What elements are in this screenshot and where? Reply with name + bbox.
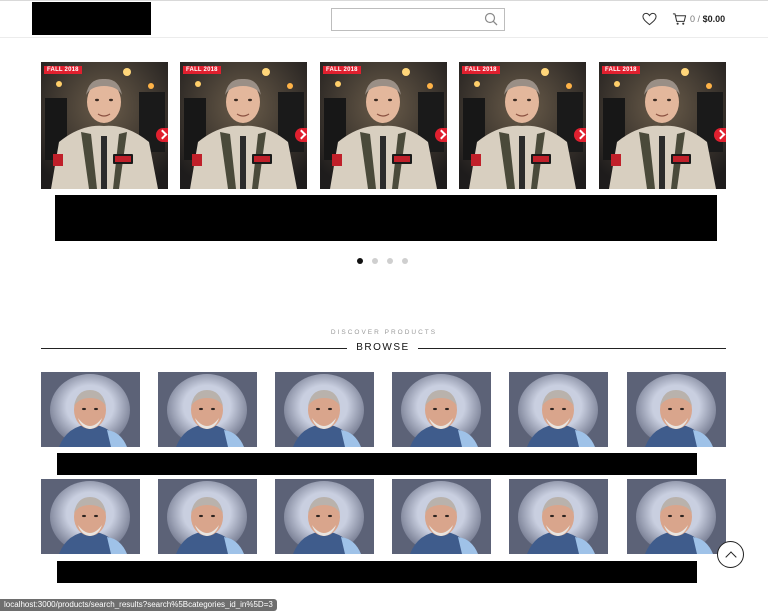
season-badge: FALL 2018 (44, 66, 82, 74)
product-photo (41, 62, 168, 189)
carousel-dot[interactable] (387, 258, 393, 264)
product-card[interactable] (509, 372, 608, 447)
search-icon[interactable] (484, 12, 498, 26)
search-input[interactable] (332, 9, 480, 30)
cart-total: $0.00 (702, 14, 726, 24)
featured-product-card[interactable]: FALL 2018 (599, 62, 726, 189)
product-photo (459, 62, 586, 189)
product-card[interactable] (41, 372, 140, 447)
search-box (331, 8, 505, 31)
product-card[interactable] (275, 372, 374, 447)
logo-redacted[interactable] (32, 2, 151, 35)
featured-carousel: FALL 2018 FALL 2018 FALL 2018 FALL 2018 … (41, 62, 726, 190)
cart-icon[interactable] (672, 12, 687, 26)
product-card[interactable] (392, 372, 491, 447)
season-badge: FALL 2018 (323, 66, 361, 74)
product-photo (41, 479, 140, 554)
featured-product-card[interactable]: FALL 2018 (41, 62, 168, 189)
back-to-top-button[interactable] (717, 541, 744, 568)
cart-summary[interactable]: 0 / $0.00 (690, 14, 725, 24)
featured-info-redacted (55, 195, 717, 241)
product-info-redacted (57, 453, 697, 475)
link-status-bar: localhost:3000/products/search_results?s… (0, 599, 277, 611)
carousel-dot[interactable] (402, 258, 408, 264)
featured-product-card[interactable]: FALL 2018 (320, 62, 447, 189)
season-badge: FALL 2018 (183, 66, 221, 74)
product-card[interactable] (158, 372, 257, 447)
product-photo (320, 62, 447, 189)
product-card[interactable] (41, 479, 140, 554)
site-header: 0 / $0.00 (0, 0, 768, 38)
product-photo (627, 479, 726, 554)
carousel-dot[interactable] (372, 258, 378, 264)
product-photo (158, 372, 257, 447)
season-badge: FALL 2018 (462, 66, 500, 74)
product-photo (509, 372, 608, 447)
featured-product-card[interactable]: FALL 2018 (459, 62, 586, 189)
carousel-dot[interactable] (357, 258, 363, 264)
product-card[interactable] (627, 479, 726, 554)
product-photo (180, 62, 307, 189)
product-photo (275, 479, 374, 554)
product-card[interactable] (275, 479, 374, 554)
section-title: BROWSE (356, 342, 410, 353)
product-info-redacted (57, 561, 697, 583)
cart-separator: / (697, 14, 701, 24)
chevron-right-icon[interactable] (574, 128, 586, 142)
product-photo (275, 372, 374, 447)
heart-icon[interactable] (642, 12, 657, 26)
divider (41, 348, 347, 349)
divider (418, 348, 726, 349)
product-card[interactable] (509, 479, 608, 554)
product-card[interactable] (158, 479, 257, 554)
featured-product-card[interactable]: FALL 2018 (180, 62, 307, 189)
chevron-right-icon[interactable] (714, 128, 726, 142)
product-photo (509, 479, 608, 554)
product-photo (599, 62, 726, 189)
section-eyebrow: DISCOVER PRODUCTS (330, 329, 438, 336)
product-photo (158, 479, 257, 554)
chevron-right-icon[interactable] (156, 128, 168, 142)
product-photo (392, 372, 491, 447)
chevron-right-icon[interactable] (295, 128, 307, 142)
product-photo (41, 372, 140, 447)
product-card[interactable] (392, 479, 491, 554)
cart-count: 0 (690, 14, 696, 24)
chevron-right-icon[interactable] (435, 128, 447, 142)
carousel-pagination (357, 258, 409, 266)
product-photo (392, 479, 491, 554)
product-card[interactable] (627, 372, 726, 447)
season-badge: FALL 2018 (602, 66, 640, 74)
product-photo (627, 372, 726, 447)
